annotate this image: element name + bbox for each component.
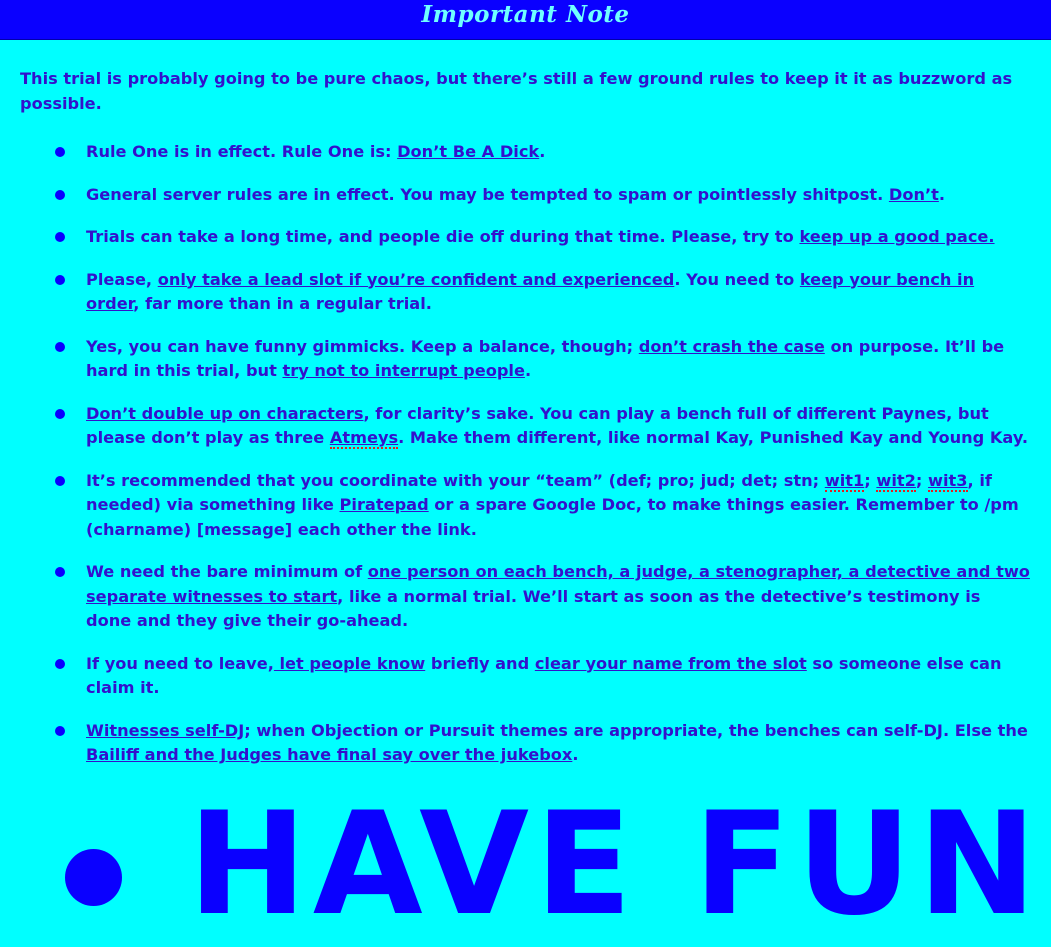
link[interactable]: Don’t double up on characters	[86, 404, 364, 423]
link[interactable]: don’t crash the case	[639, 337, 825, 356]
link[interactable]: keep up a good pace.	[799, 227, 994, 246]
misspelled-link[interactable]: Atmeys	[329, 428, 399, 449]
bullet-icon	[55, 189, 65, 200]
link[interactable]: Piratepad	[340, 495, 429, 514]
link[interactable]: only take a lead slot if you’re confiden…	[158, 270, 675, 289]
link[interactable]: clear your name from the slot	[535, 654, 807, 673]
bullet-icon	[55, 232, 65, 242]
list-item: Don’t double up on characters, for clari…	[0, 402, 1051, 451]
link[interactable]: Witnesses self-DJ	[86, 721, 244, 740]
link[interactable]: let people know	[274, 654, 426, 673]
link[interactable]: Don’t	[889, 185, 939, 204]
list-item: General server rules are in effect. You …	[0, 183, 1051, 208]
list-item: It’s recommended that you coordinate wit…	[0, 469, 1051, 543]
bullet-icon	[55, 341, 65, 352]
bullet-icon	[55, 567, 65, 577]
big-bullet-icon	[65, 849, 122, 906]
link[interactable]: try not to interrupt people	[282, 361, 524, 380]
big-note-text: HAVE FUN	[188, 782, 1043, 947]
bullet-icon	[55, 147, 65, 157]
bullet-icon	[55, 658, 65, 669]
rules-list: Rule One is in effect. Rule One is: Don’…	[0, 140, 1051, 786]
bullet-icon	[55, 475, 65, 486]
list-item: Please, only take a lead slot if you’re …	[0, 268, 1051, 317]
list-item: We need the bare minimum of one person o…	[0, 560, 1051, 634]
list-item: Yes, you can have funny gimmicks. Keep a…	[0, 335, 1051, 384]
link[interactable]: Don’t Be A Dick	[397, 142, 539, 161]
bullet-icon	[55, 408, 65, 419]
intro-paragraph: This trial is probably going to be pure …	[20, 69, 1013, 113]
header-banner: Important Note	[0, 0, 1051, 40]
misspelled-link[interactable]: wit3	[928, 470, 968, 492]
page-title: Important Note	[421, 1, 630, 28]
misspelled-link[interactable]: wit1	[824, 470, 865, 492]
bullet-icon	[55, 725, 65, 736]
bullet-icon	[55, 274, 65, 285]
big-note: HAVE FUN	[0, 790, 1051, 940]
list-item: Witnesses self-DJ; when Objection or Pur…	[0, 719, 1051, 768]
list-item: Trials can take a long time, and people …	[0, 225, 1051, 250]
misspelled-link[interactable]: wit2	[876, 470, 916, 492]
list-item: Rule One is in effect. Rule One is: Don’…	[0, 140, 1051, 165]
link[interactable]: Bailiff and the Judges have final say ov…	[86, 745, 572, 764]
list-item: If you need to leave, let people know br…	[0, 652, 1051, 701]
